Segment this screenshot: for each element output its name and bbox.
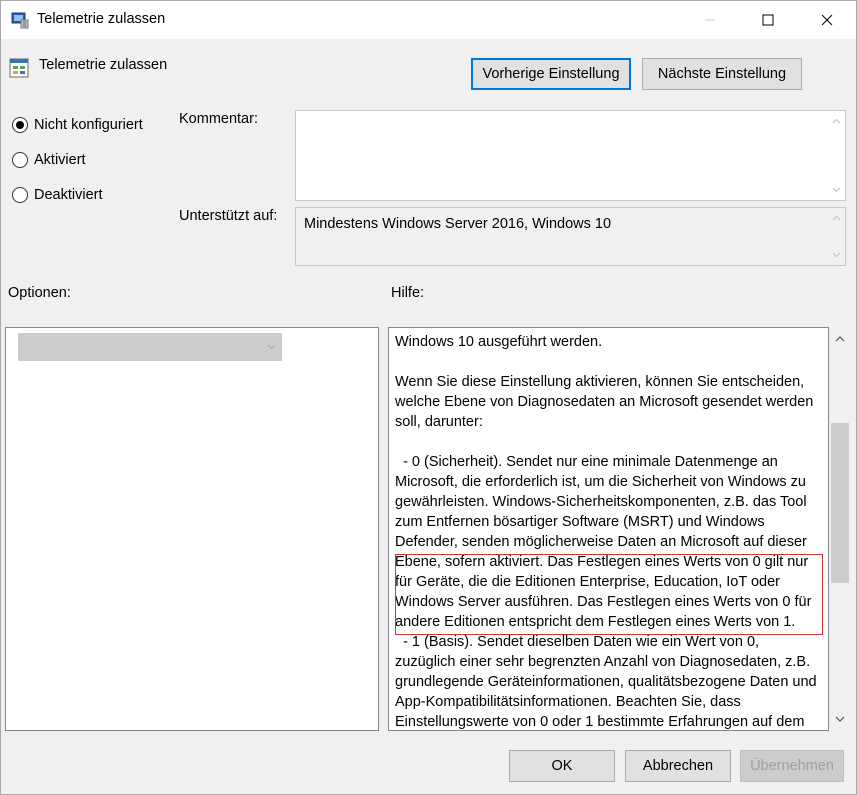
supported-on-value: Mindestens Windows Server 2016, Windows … [304,216,612,232]
maximize-icon [762,14,774,26]
help-scrollbar[interactable] [829,327,851,731]
scroll-down-icon [832,187,841,193]
title-bar[interactable]: Telemetrie zulassen [1,1,856,39]
radio-label: Aktiviert [34,152,86,168]
comment-label: Kommentar: [179,111,258,127]
help-paragraph: - 1 (Basis). Sendet dieselben Daten wie … [395,634,820,730]
radio-indicator [12,187,28,203]
supported-on-field: Mindestens Windows Server 2016, Windows … [295,207,846,266]
radio-indicator [12,152,28,168]
setting-title: Telemetrie zulassen [39,57,168,73]
comment-scrollbar[interactable] [828,111,845,200]
policy-setting-icon [11,12,29,29]
apply-button[interactable]: Übernehmen [740,750,844,782]
options-combobox[interactable] [18,333,282,361]
help-paragraph: Wenn Sie diese Einstellung aktivieren, k… [395,374,818,430]
help-paragraph [395,432,823,452]
scroll-down-icon [832,252,841,258]
scroll-down-icon [835,716,845,722]
next-setting-button[interactable]: Nächste Einstellung [642,58,802,90]
radio-enabled[interactable]: Aktiviert [12,150,86,170]
close-button[interactable] [798,1,856,39]
dialog-window: Telemetrie zulassen Telemetrie zulassen … [0,0,857,795]
options-pane [5,327,379,731]
radio-label: Deaktiviert [34,187,103,203]
close-icon [821,14,833,26]
ok-button[interactable]: OK [509,750,615,782]
previous-setting-button[interactable]: Vorherige Einstellung [471,58,631,90]
maximize-button[interactable] [739,1,797,39]
comment-textarea[interactable] [295,110,846,201]
minimize-button[interactable] [681,1,739,39]
policy-icon [9,58,29,78]
options-label: Optionen: [8,285,71,301]
supported-on-label: Unterstützt auf: [179,208,278,224]
help-paragraph: Windows 10 ausgeführt werden. [395,334,603,350]
radio-indicator [12,117,28,133]
chevron-down-icon [267,344,276,350]
help-paragraph: - 0 (Sicherheit). Sendet nur eine minima… [395,454,816,630]
help-text: Windows 10 ausgeführt werden. Wenn Sie d… [395,332,823,730]
cancel-button[interactable]: Abbrechen [625,750,731,782]
supported-scrollbar[interactable] [828,208,845,265]
help-pane: Windows 10 ausgeführt werden. Wenn Sie d… [388,327,829,731]
help-label: Hilfe: [391,285,425,301]
minimize-icon [705,19,715,21]
window-title: Telemetrie zulassen [37,11,166,27]
scroll-up-icon [835,336,845,342]
scrollbar-thumb[interactable] [831,423,849,583]
scroll-up-icon [832,118,841,124]
scroll-up-icon [832,215,841,221]
radio-disabled[interactable]: Deaktiviert [12,185,103,205]
help-paragraph [395,352,823,372]
radio-not-configured[interactable]: Nicht konfiguriert [12,115,143,135]
radio-label: Nicht konfiguriert [34,117,143,133]
